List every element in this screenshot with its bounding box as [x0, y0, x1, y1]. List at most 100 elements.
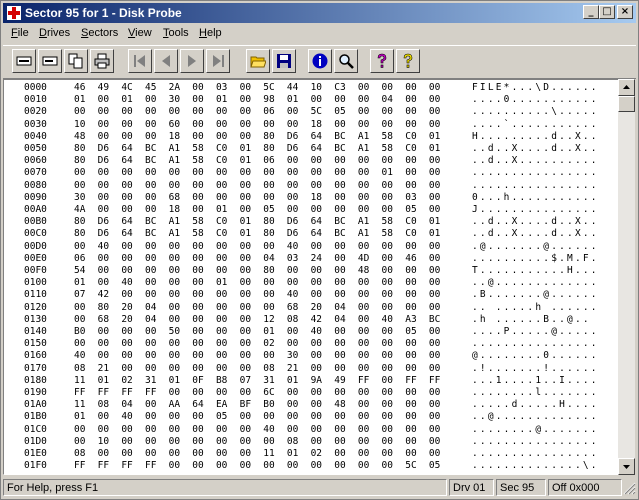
hex-row[interactable]: 0180 11 01 02 31 01 0F B8 07 31 01 9A 49 … — [4, 375, 616, 387]
row-ascii[interactable]: ..........\..... — [472, 106, 599, 118]
row-ascii[interactable]: ..d..X....d..X.. — [472, 143, 599, 155]
row-hex-bytes[interactable]: 06 00 00 00 00 00 00 00 04 03 24 00 4D 0… — [74, 253, 440, 265]
resize-grip-icon[interactable] — [622, 481, 636, 495]
row-hex-bytes[interactable]: 01 00 40 00 00 00 05 00 00 00 00 00 00 0… — [74, 411, 440, 423]
row-hex-bytes[interactable]: 00 00 00 00 00 00 00 00 00 00 00 00 00 0… — [74, 180, 440, 192]
row-hex-bytes[interactable]: 80 D6 64 BC A1 58 C0 01 06 00 00 00 00 0… — [74, 155, 440, 167]
row-hex-bytes[interactable]: FF FF FF FF 00 00 00 00 6C 00 00 00 00 0… — [74, 387, 440, 399]
row-hex-bytes[interactable]: 80 D6 64 BC A1 58 C0 01 80 D6 64 BC A1 5… — [74, 143, 440, 155]
scroll-down-button[interactable] — [618, 458, 635, 475]
hex-row[interactable]: 00C0 80 D6 64 BC A1 58 C0 01 80 D6 64 BC … — [4, 228, 616, 240]
hex-row[interactable]: 01E0 08 00 00 00 00 00 00 00 11 01 02 00 … — [4, 448, 616, 460]
hex-view[interactable]: 0000 46 49 4C 45 2A 00 03 00 5C 44 10 C3 … — [3, 79, 619, 475]
row-ascii[interactable]: ..............\. — [472, 460, 599, 472]
title-bar[interactable]: Sector 95 for 1 - Disk Probe _ □ × — [3, 3, 636, 23]
hex-row[interactable]: 00F0 54 00 00 00 00 00 00 00 80 00 00 00 … — [4, 265, 616, 277]
hex-row[interactable]: 00D0 00 40 00 00 00 00 00 00 00 40 00 00 … — [4, 241, 616, 253]
hex-row[interactable]: 0090 30 00 00 00 68 00 00 00 00 00 18 00 … — [4, 192, 616, 204]
row-hex-bytes[interactable]: 01 00 40 00 00 00 01 00 00 00 00 00 00 0… — [74, 277, 440, 289]
row-hex-bytes[interactable]: 08 00 00 00 00 00 00 00 11 01 02 00 00 0… — [74, 448, 440, 460]
row-hex-bytes[interactable]: 07 42 00 00 00 00 00 00 00 40 00 00 00 0… — [74, 289, 440, 301]
menu-file[interactable]: File — [7, 26, 33, 40]
row-hex-bytes[interactable]: 00 68 20 04 00 00 00 00 12 08 42 04 00 4… — [74, 314, 440, 326]
row-hex-bytes[interactable]: 11 08 04 00 AA 64 EA BF B0 00 00 48 00 0… — [74, 399, 440, 411]
row-ascii[interactable]: .B.......@...... — [472, 289, 599, 301]
hex-row[interactable]: 0010 01 00 01 00 30 00 01 00 98 01 00 00 … — [4, 94, 616, 106]
previous-sector-button[interactable] — [154, 49, 178, 73]
hex-row[interactable]: 0130 00 68 20 04 00 00 00 00 12 08 42 04 … — [4, 314, 616, 326]
info-button[interactable] — [308, 49, 332, 73]
row-hex-bytes[interactable]: 80 D6 64 BC A1 58 C0 01 80 D6 64 BC A1 5… — [74, 228, 440, 240]
menu-drives[interactable]: Drives — [35, 26, 74, 40]
help-button[interactable] — [370, 49, 394, 73]
context-help-button[interactable] — [396, 49, 420, 73]
row-ascii[interactable]: T...........H... — [472, 265, 599, 277]
menu-sectors[interactable]: Sectors — [77, 26, 122, 40]
row-ascii[interactable]: ........@....... — [472, 424, 599, 436]
hex-row[interactable]: 00E0 06 00 00 00 00 00 00 00 04 03 24 00 … — [4, 253, 616, 265]
row-ascii[interactable]: ....`........... — [472, 119, 599, 131]
row-hex-bytes[interactable]: 11 01 02 31 01 0F B8 07 31 01 9A 49 FF 0… — [74, 375, 440, 387]
scroll-up-button[interactable] — [618, 79, 635, 96]
hex-row[interactable]: 00B0 80 D6 64 BC A1 58 C0 01 80 D6 64 BC … — [4, 216, 616, 228]
hex-row[interactable]: 01F0 FF FF FF FF 00 00 00 00 00 00 00 00 … — [4, 460, 616, 472]
row-ascii[interactable]: .. .....h ...... — [472, 302, 599, 314]
row-ascii[interactable]: 0...h........... — [472, 192, 599, 204]
row-ascii[interactable]: .h ......B..@.. — [472, 314, 591, 326]
row-ascii[interactable]: J............... — [472, 204, 599, 216]
hex-row[interactable]: 0160 40 00 00 00 00 00 00 00 00 30 00 00 … — [4, 350, 616, 362]
row-hex-bytes[interactable]: 00 00 00 00 00 00 00 00 00 00 00 00 00 0… — [74, 167, 440, 179]
row-ascii[interactable]: .!.......!...... — [472, 363, 599, 375]
row-hex-bytes[interactable]: 00 00 00 00 00 00 00 00 02 00 00 00 00 0… — [74, 338, 440, 350]
row-ascii[interactable]: ....0........... — [472, 94, 599, 106]
row-ascii[interactable]: ..d..X....d..X.. — [472, 216, 599, 228]
row-hex-bytes[interactable]: 10 00 00 00 60 00 00 00 00 00 18 00 00 0… — [74, 119, 440, 131]
row-ascii[interactable]: .@.......@...... — [472, 241, 599, 253]
scroll-thumb[interactable] — [618, 96, 635, 112]
first-sector-button[interactable] — [128, 49, 152, 73]
row-ascii[interactable]: .....d.....H.... — [472, 399, 599, 411]
row-hex-bytes[interactable]: 00 00 00 00 00 00 00 00 06 00 5C 05 00 0… — [74, 106, 440, 118]
row-hex-bytes[interactable]: 00 10 00 00 00 00 00 00 00 08 00 00 00 0… — [74, 436, 440, 448]
row-ascii[interactable]: ........l....... — [472, 387, 599, 399]
hex-row[interactable]: 0170 08 21 00 00 00 00 00 00 08 21 00 00 … — [4, 363, 616, 375]
close-button[interactable]: × — [617, 5, 633, 19]
row-ascii[interactable]: ..d..X.......... — [472, 155, 599, 167]
row-hex-bytes[interactable]: 46 49 4C 45 2A 00 03 00 5C 44 10 C3 00 0… — [74, 82, 440, 94]
row-ascii[interactable]: ................ — [472, 167, 599, 179]
hex-row[interactable]: 0100 01 00 40 00 00 00 01 00 00 00 00 00 … — [4, 277, 616, 289]
print-button[interactable] — [90, 49, 114, 73]
row-ascii[interactable]: ...1....1..I.... — [472, 375, 599, 387]
menu-view[interactable]: View — [124, 26, 156, 40]
hex-row[interactable]: 0000 46 49 4C 45 2A 00 03 00 5C 44 10 C3 … — [4, 82, 616, 94]
row-hex-bytes[interactable]: 4A 00 00 00 18 00 01 00 05 00 00 00 00 0… — [74, 204, 440, 216]
maximize-button[interactable]: □ — [599, 5, 615, 19]
hex-row[interactable]: 0190 FF FF FF FF 00 00 00 00 6C 00 00 00 … — [4, 387, 616, 399]
hex-row[interactable]: 01C0 00 00 00 00 00 00 00 00 40 00 00 00 … — [4, 424, 616, 436]
row-ascii[interactable]: ..........$.M.F. — [472, 253, 599, 265]
row-hex-bytes[interactable]: 01 00 01 00 30 00 01 00 98 01 00 00 00 0… — [74, 94, 440, 106]
hex-row[interactable]: 01A0 11 08 04 00 AA 64 EA BF B0 00 00 48 … — [4, 399, 616, 411]
hex-row[interactable]: 01B0 01 00 40 00 00 00 05 00 00 00 00 00 … — [4, 411, 616, 423]
row-ascii[interactable]: ..d..X....d..X.. — [472, 228, 599, 240]
hex-row[interactable]: 0110 07 42 00 00 00 00 00 00 00 40 00 00 … — [4, 289, 616, 301]
row-ascii[interactable]: ....P.....@..... — [472, 326, 599, 338]
hex-row[interactable]: 0030 10 00 00 00 60 00 00 00 00 00 18 00 … — [4, 119, 616, 131]
hex-row[interactable]: 0150 00 00 00 00 00 00 00 00 02 00 00 00 … — [4, 338, 616, 350]
menu-help[interactable]: Help — [195, 26, 226, 40]
row-hex-bytes[interactable]: FF FF FF FF 00 00 00 00 00 00 00 00 00 0… — [74, 460, 440, 472]
row-hex-bytes[interactable]: 00 00 00 00 00 00 00 00 40 00 00 00 00 0… — [74, 424, 440, 436]
hex-row[interactable]: 0060 80 D6 64 BC A1 58 C0 01 06 00 00 00 … — [4, 155, 616, 167]
hex-row[interactable]: 0140 B0 00 00 00 50 00 00 00 01 00 40 00 … — [4, 326, 616, 338]
save-button[interactable] — [272, 49, 296, 73]
row-hex-bytes[interactable]: B0 00 00 00 50 00 00 00 01 00 40 00 00 0… — [74, 326, 440, 338]
hex-row[interactable]: 00A0 4A 00 00 00 18 00 01 00 05 00 00 00 … — [4, 204, 616, 216]
hex-row[interactable]: 0040 48 00 00 00 18 00 00 00 80 D6 64 BC … — [4, 131, 616, 143]
row-ascii[interactable]: ..@............. — [472, 277, 599, 289]
read-sector-button[interactable] — [12, 49, 36, 73]
open-file-button[interactable] — [246, 49, 270, 73]
hex-row[interactable]: 01D0 00 10 00 00 00 00 00 00 00 08 00 00 … — [4, 436, 616, 448]
row-ascii[interactable]: H.........d..X.. — [472, 131, 599, 143]
row-hex-bytes[interactable]: 00 80 20 04 00 00 00 00 00 68 20 04 00 0… — [74, 302, 440, 314]
hex-row[interactable]: 0120 00 80 20 04 00 00 00 00 00 68 20 04 … — [4, 302, 616, 314]
